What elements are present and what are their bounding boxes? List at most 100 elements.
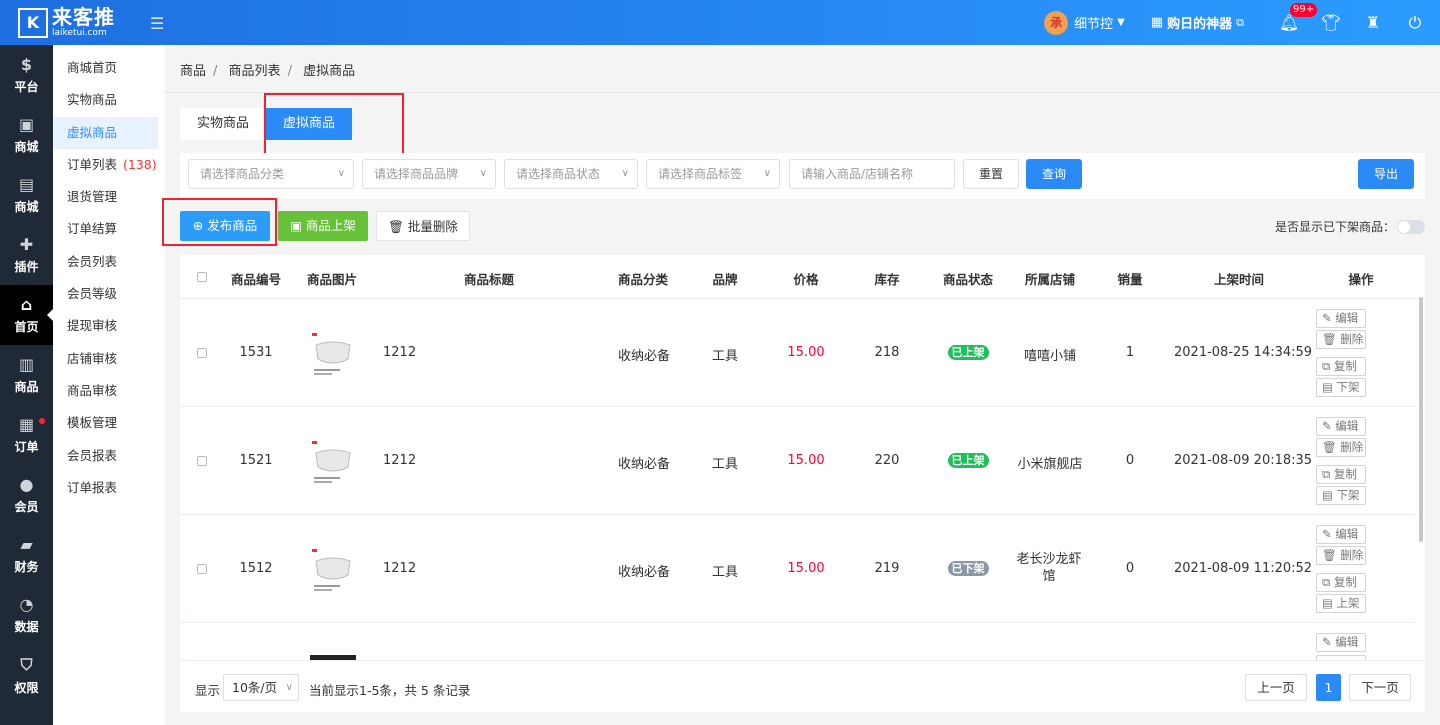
subnav-item-store-review[interactable]: 店铺审核	[53, 343, 158, 375]
nav-item-finance[interactable]: ▰ 财务	[0, 525, 53, 585]
edit-button[interactable]: ✎ 编辑	[1316, 417, 1366, 436]
user-menu[interactable]: 承 细节控 ▼	[1044, 10, 1125, 35]
subnav-item-goods-review[interactable]: 商品审核	[53, 375, 158, 407]
shelf-time: 2021-08-25 14:34:59	[1174, 345, 1313, 360]
copy-button[interactable]: ⧉ 复制	[1316, 357, 1366, 376]
product-thumbnail[interactable]	[310, 545, 356, 593]
nav-item-mall[interactable]: ▣ 商城	[0, 105, 53, 165]
product-thumbnail[interactable]	[310, 329, 356, 377]
subnav-item-templates[interactable]: 模板管理	[53, 407, 158, 439]
tab-virtual-goods[interactable]: 虚拟商品	[266, 108, 353, 140]
shop-link-label: 购日的神器	[1167, 17, 1233, 32]
chevron-down-icon: ▼	[1117, 17, 1125, 28]
shelve-button[interactable]: ▤ 上架	[1316, 594, 1366, 613]
breadcrumb-item[interactable]: 商品	[180, 64, 206, 79]
subnav-item-settlement[interactable]: 订单结算	[53, 213, 158, 245]
subnav-item-mall-home[interactable]: 商城首页	[53, 52, 158, 84]
menu-toggle-icon[interactable]: ☰	[150, 14, 164, 33]
publish-goods-button[interactable]: ⊕ 发布商品	[180, 211, 270, 241]
nav-item-goods[interactable]: ▥ 商品	[0, 345, 53, 405]
subnav-item-order-list[interactable]: 订单列表 (138)	[53, 149, 158, 181]
trash-icon: 🗑︎	[1322, 548, 1341, 562]
nav-label: 会员	[14, 500, 39, 514]
delete-button[interactable]: 🗑︎ 删除	[1316, 438, 1366, 457]
goods-brand: 工具	[712, 457, 739, 472]
bell-icon[interactable]: 🔔︎ 99+	[1268, 3, 1318, 32]
show-label: 显示	[195, 683, 221, 698]
edit-button[interactable]: ✎ 编辑	[1316, 309, 1366, 328]
edit-button[interactable]: ✎ 编辑	[1316, 633, 1366, 652]
op-label: 编辑	[1335, 311, 1359, 325]
brand-select[interactable]: 请选择商品品牌 ∨	[362, 159, 496, 189]
shelf-time: 2021-08-09 20:18:35	[1174, 453, 1313, 468]
tab-physical-goods[interactable]: 实物商品	[180, 108, 267, 140]
page-size-select[interactable]: 10条/页 ∨	[223, 674, 299, 701]
next-page-button[interactable]: 下一页	[1349, 674, 1411, 701]
nav-item-home[interactable]: ⌂ 首页	[0, 285, 53, 345]
subnav-item-virtual-goods[interactable]: 虚拟商品	[53, 116, 158, 149]
row-checkbox[interactable]	[197, 564, 207, 574]
logo[interactable]: K 来客推 laiketui.com	[18, 7, 115, 38]
page-number-button[interactable]: 1	[1316, 674, 1341, 701]
power-icon[interactable]: ⏻	[1394, 13, 1436, 33]
goods-price: 15.00	[787, 345, 825, 360]
account-icon[interactable]: ♜	[1352, 13, 1394, 32]
copy-button[interactable]: ⧉ 复制	[1316, 573, 1366, 592]
delete-button[interactable]: 🗑︎ 删除	[1316, 546, 1366, 565]
subnav-item-withdraw-review[interactable]: 提现审核	[53, 310, 158, 342]
nav-item-members[interactable]: ● 会员	[0, 465, 53, 525]
search-input[interactable]: 请输入商品/店铺名称	[789, 159, 955, 189]
column-header: 商品分类	[618, 272, 669, 287]
goods-shop: 小米旗舰店	[1017, 457, 1083, 472]
subnav-item-order-report[interactable]: 订单报表	[53, 472, 158, 504]
unshelve-button[interactable]: ▤ 下架	[1316, 378, 1366, 397]
column-header: 商品状态	[943, 272, 994, 287]
copy-button[interactable]: ⧉ 复制	[1316, 465, 1366, 484]
nav-item-orders[interactable]: ▦ 订单	[0, 405, 53, 465]
breadcrumb-item[interactable]: 商品列表	[229, 64, 281, 79]
batch-delete-button[interactable]: 🗑︎ 批量删除	[376, 211, 470, 241]
subnav-item-member-report[interactable]: 会员报表	[53, 440, 158, 472]
top-bar: K 来客推 laiketui.com ☰ 承 细节控 ▼ ▦ 购日的神器 ⧉ 🔔…	[0, 0, 1440, 45]
row-checkbox[interactable]	[197, 456, 207, 466]
reset-button[interactable]: 重置	[963, 159, 1019, 189]
tag-select[interactable]: 请选择商品标签 ∨	[646, 159, 780, 189]
toggle-switch[interactable]	[1397, 219, 1425, 234]
table-scrollbar[interactable]	[1419, 297, 1423, 542]
shelve-goods-button[interactable]: ▣ 商品上架	[278, 211, 368, 241]
column-header: 商品编号	[231, 272, 282, 287]
status-select[interactable]: 请选择商品状态 ∨	[504, 159, 638, 189]
publish-label: 发布商品	[207, 218, 258, 233]
product-thumbnail[interactable]	[310, 437, 356, 485]
select-all-checkbox[interactable]	[197, 272, 207, 282]
subnav-item-physical-goods[interactable]: 实物商品	[53, 84, 158, 116]
delete-button[interactable]: 🗑︎ 删除	[1316, 330, 1366, 349]
nav-item-mall-2[interactable]: ▤ 商城	[0, 165, 53, 225]
op-label: 下架	[1336, 380, 1360, 394]
export-button[interactable]: 导出	[1358, 159, 1414, 189]
nav-label: 数据	[14, 620, 39, 634]
goods-type-tabs: 实物商品 虚拟商品	[180, 108, 353, 140]
row-checkbox[interactable]	[197, 348, 207, 358]
nav-item-plugins[interactable]: ✚ 插件	[0, 225, 53, 285]
query-button[interactable]: 查询	[1026, 159, 1082, 189]
subnav-item-member-list[interactable]: 会员列表	[53, 246, 158, 278]
subnav-label: 订单列表	[67, 156, 118, 172]
nav-item-permissions[interactable]: ⛉ 权限	[0, 645, 53, 705]
shop-link[interactable]: ▦ 购日的神器 ⧉	[1151, 13, 1244, 32]
subnav-item-returns[interactable]: 退货管理	[53, 181, 158, 213]
store-icon: ▤	[18, 175, 35, 194]
nav-item-platform[interactable]: $ 平台	[0, 45, 53, 105]
nav-label: 商品	[14, 380, 39, 394]
unshelve-button[interactable]: ▤ 下架	[1316, 486, 1366, 505]
goods-category: 收纳必备	[618, 565, 671, 580]
shirt-icon[interactable]: 👕︎	[1310, 13, 1352, 32]
goods-id: 1531	[239, 345, 273, 360]
subnav-item-member-level[interactable]: 会员等级	[53, 278, 158, 310]
nav-item-data[interactable]: ◔ 数据	[0, 585, 53, 645]
edit-button[interactable]: ✎ 编辑	[1316, 525, 1366, 544]
category-select[interactable]: 请选择商品分类 ∨	[188, 159, 354, 189]
breadcrumb-item: 虚拟商品	[303, 64, 356, 79]
prev-page-button[interactable]: 上一页	[1245, 674, 1307, 701]
show-off-shelf-toggle[interactable]: 是否显示已下架商品：	[1275, 218, 1425, 235]
